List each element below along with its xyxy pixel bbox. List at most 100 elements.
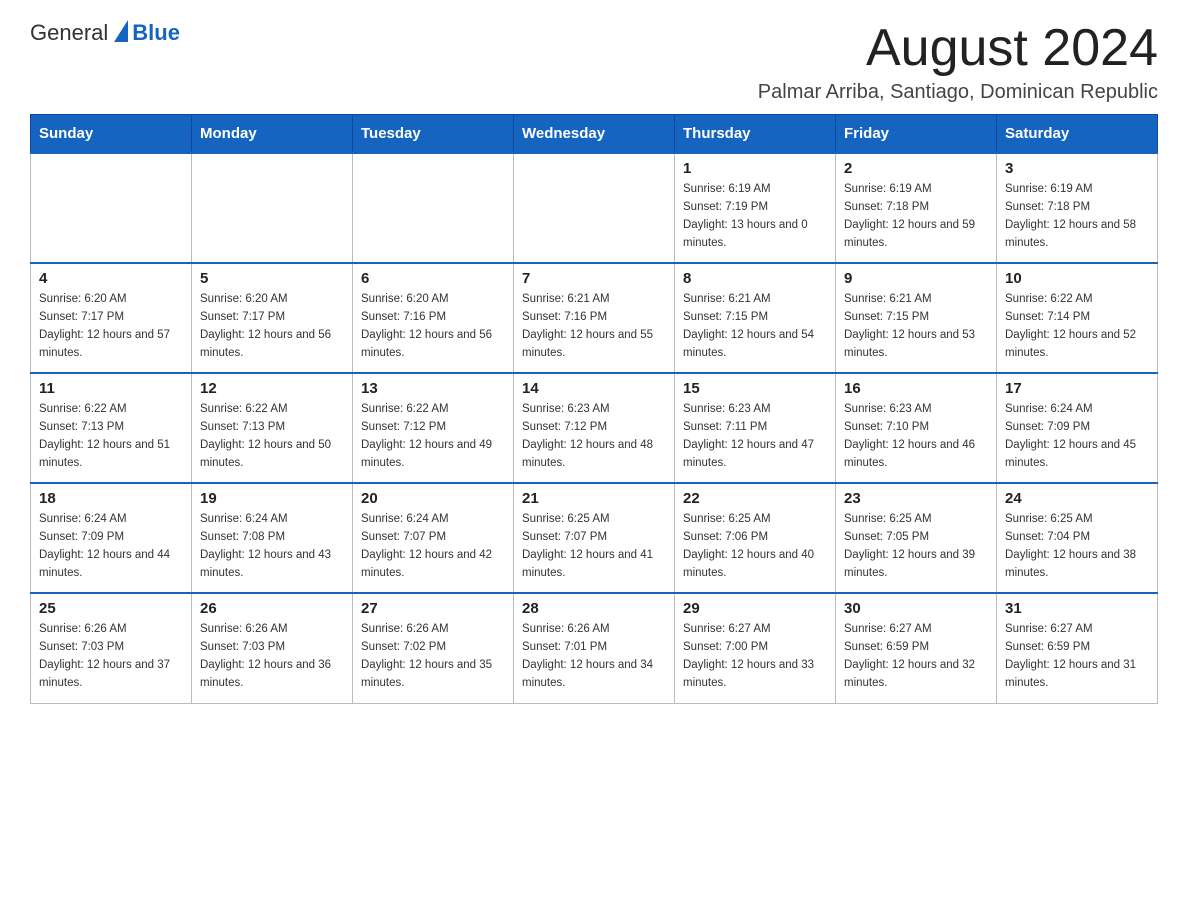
day-number: 13	[361, 380, 505, 397]
day-number: 17	[1005, 380, 1149, 397]
day-number: 20	[361, 490, 505, 507]
day-info: Sunrise: 6:20 AMSunset: 7:17 PMDaylight:…	[39, 291, 183, 362]
day-info: Sunrise: 6:19 AMSunset: 7:18 PMDaylight:…	[1005, 181, 1149, 252]
calendar-cell-w1-d4: 1 Sunrise: 6:19 AMSunset: 7:19 PMDaylight…	[675, 153, 836, 263]
week-row-1: 1 Sunrise: 6:19 AMSunset: 7:19 PMDaylight…	[31, 153, 1158, 263]
location-subtitle: Palmar Arriba, Santiago, Dominican Repub…	[758, 81, 1158, 104]
day-number: 6	[361, 270, 505, 287]
day-info: Sunrise: 6:23 AMSunset: 7:10 PMDaylight:…	[844, 401, 988, 472]
week-row-5: 25 Sunrise: 6:26 AMSunset: 7:03 PMDayligh…	[31, 593, 1158, 703]
day-info: Sunrise: 6:23 AMSunset: 7:12 PMDaylight:…	[522, 401, 666, 472]
calendar-cell-w4-d2: 20 Sunrise: 6:24 AMSunset: 7:07 PMDayligh…	[353, 483, 514, 593]
col-saturday: Saturday	[997, 115, 1158, 154]
week-row-4: 18 Sunrise: 6:24 AMSunset: 7:09 PMDayligh…	[31, 483, 1158, 593]
logo: General Blue	[30, 20, 180, 46]
day-number: 8	[683, 270, 827, 287]
day-info: Sunrise: 6:22 AMSunset: 7:13 PMDaylight:…	[39, 401, 183, 472]
day-info: Sunrise: 6:25 AMSunset: 7:07 PMDaylight:…	[522, 511, 666, 582]
calendar-cell-w1-d3	[514, 153, 675, 263]
calendar-cell-w1-d1	[192, 153, 353, 263]
day-number: 24	[1005, 490, 1149, 507]
calendar-cell-w2-d2: 6 Sunrise: 6:20 AMSunset: 7:16 PMDaylight…	[353, 263, 514, 373]
calendar-cell-w3-d4: 15Sunrise: 6:23 AMSunset: 7:11 PMDayligh…	[675, 373, 836, 483]
logo-general: General	[30, 20, 108, 46]
col-friday: Friday	[836, 115, 997, 154]
col-wednesday: Wednesday	[514, 115, 675, 154]
logo-triangle-icon	[114, 20, 128, 42]
day-number: 16	[844, 380, 988, 397]
day-info: Sunrise: 6:26 AMSunset: 7:02 PMDaylight:…	[361, 621, 505, 692]
calendar-cell-w4-d5: 23Sunrise: 6:25 AMSunset: 7:05 PMDayligh…	[836, 483, 997, 593]
calendar-cell-w1-d5: 2 Sunrise: 6:19 AMSunset: 7:18 PMDaylight…	[836, 153, 997, 263]
day-info: Sunrise: 6:24 AMSunset: 7:09 PMDaylight:…	[1005, 401, 1149, 472]
calendar-cell-w5-d3: 28Sunrise: 6:26 AMSunset: 7:01 PMDayligh…	[514, 593, 675, 703]
day-number: 5	[200, 270, 344, 287]
day-number: 3	[1005, 160, 1149, 177]
calendar-cell-w1-d0	[31, 153, 192, 263]
col-tuesday: Tuesday	[353, 115, 514, 154]
week-row-3: 11 Sunrise: 6:22 AMSunset: 7:13 PMDayligh…	[31, 373, 1158, 483]
day-info: Sunrise: 6:19 AMSunset: 7:19 PMDaylight:…	[683, 181, 827, 252]
calendar-cell-w2-d5: 9Sunrise: 6:21 AMSunset: 7:15 PMDaylight…	[836, 263, 997, 373]
calendar-cell-w2-d4: 8 Sunrise: 6:21 AMSunset: 7:15 PMDaylight…	[675, 263, 836, 373]
day-info: Sunrise: 6:24 AMSunset: 7:09 PMDaylight:…	[39, 511, 183, 582]
day-info: Sunrise: 6:25 AMSunset: 7:05 PMDaylight:…	[844, 511, 988, 582]
day-info: Sunrise: 6:25 AMSunset: 7:06 PMDaylight:…	[683, 511, 827, 582]
calendar-cell-w5-d4: 29Sunrise: 6:27 AMSunset: 7:00 PMDayligh…	[675, 593, 836, 703]
day-number: 18	[39, 490, 183, 507]
day-info: Sunrise: 6:27 AMSunset: 6:59 PMDaylight:…	[1005, 621, 1149, 692]
day-info: Sunrise: 6:24 AMSunset: 7:07 PMDaylight:…	[361, 511, 505, 582]
calendar-cell-w5-d0: 25 Sunrise: 6:26 AMSunset: 7:03 PMDayligh…	[31, 593, 192, 703]
calendar-cell-w5-d1: 26 Sunrise: 6:26 AMSunset: 7:03 PMDayligh…	[192, 593, 353, 703]
calendar-cell-w3-d5: 16 Sunrise: 6:23 AMSunset: 7:10 PMDayligh…	[836, 373, 997, 483]
logo-blue: Blue	[132, 20, 180, 46]
day-number: 14	[522, 380, 666, 397]
calendar-cell-w1-d2	[353, 153, 514, 263]
day-info: Sunrise: 6:25 AMSunset: 7:04 PMDaylight:…	[1005, 511, 1149, 582]
calendar-cell-w2-d6: 10 Sunrise: 6:22 AMSunset: 7:14 PMDayligh…	[997, 263, 1158, 373]
calendar-table: Sunday Monday Tuesday Wednesday Thursday…	[30, 114, 1158, 704]
day-number: 11	[39, 380, 183, 397]
day-info: Sunrise: 6:21 AMSunset: 7:16 PMDaylight:…	[522, 291, 666, 362]
day-info: Sunrise: 6:26 AMSunset: 7:03 PMDaylight:…	[39, 621, 183, 692]
day-number: 2	[844, 160, 988, 177]
day-info: Sunrise: 6:27 AMSunset: 6:59 PMDaylight:…	[844, 621, 988, 692]
day-number: 31	[1005, 600, 1149, 617]
day-number: 1	[683, 160, 827, 177]
day-number: 27	[361, 600, 505, 617]
day-number: 25	[39, 600, 183, 617]
day-number: 22	[683, 490, 827, 507]
header: General Blue August 2024 Palmar Arriba, …	[30, 20, 1158, 104]
calendar-cell-w4-d6: 24 Sunrise: 6:25 AMSunset: 7:04 PMDayligh…	[997, 483, 1158, 593]
calendar-cell-w3-d6: 17 Sunrise: 6:24 AMSunset: 7:09 PMDayligh…	[997, 373, 1158, 483]
day-number: 9	[844, 270, 988, 287]
title-area: August 2024 Palmar Arriba, Santiago, Dom…	[758, 20, 1158, 104]
calendar-cell-w2-d1: 5Sunrise: 6:20 AMSunset: 7:17 PMDaylight…	[192, 263, 353, 373]
calendar-cell-w5-d2: 27 Sunrise: 6:26 AMSunset: 7:02 PMDayligh…	[353, 593, 514, 703]
day-number: 26	[200, 600, 344, 617]
calendar-cell-w2-d0: 4Sunrise: 6:20 AMSunset: 7:17 PMDaylight…	[31, 263, 192, 373]
calendar-cell-w3-d0: 11 Sunrise: 6:22 AMSunset: 7:13 PMDayligh…	[31, 373, 192, 483]
day-info: Sunrise: 6:22 AMSunset: 7:14 PMDaylight:…	[1005, 291, 1149, 362]
col-thursday: Thursday	[675, 115, 836, 154]
calendar-cell-w4-d1: 19 Sunrise: 6:24 AMSunset: 7:08 PMDayligh…	[192, 483, 353, 593]
day-number: 19	[200, 490, 344, 507]
calendar-cell-w4-d4: 22 Sunrise: 6:25 AMSunset: 7:06 PMDayligh…	[675, 483, 836, 593]
calendar-cell-w4-d0: 18 Sunrise: 6:24 AMSunset: 7:09 PMDayligh…	[31, 483, 192, 593]
calendar-cell-w5-d6: 31 Sunrise: 6:27 AMSunset: 6:59 PMDayligh…	[997, 593, 1158, 703]
calendar-header-row: Sunday Monday Tuesday Wednesday Thursday…	[31, 115, 1158, 154]
day-info: Sunrise: 6:19 AMSunset: 7:18 PMDaylight:…	[844, 181, 988, 252]
day-number: 30	[844, 600, 988, 617]
day-info: Sunrise: 6:21 AMSunset: 7:15 PMDaylight:…	[683, 291, 827, 362]
calendar-cell-w5-d5: 30 Sunrise: 6:27 AMSunset: 6:59 PMDayligh…	[836, 593, 997, 703]
day-info: Sunrise: 6:24 AMSunset: 7:08 PMDaylight:…	[200, 511, 344, 582]
calendar-cell-w4-d3: 21Sunrise: 6:25 AMSunset: 7:07 PMDayligh…	[514, 483, 675, 593]
day-info: Sunrise: 6:26 AMSunset: 7:03 PMDaylight:…	[200, 621, 344, 692]
calendar-cell-w3-d1: 12Sunrise: 6:22 AMSunset: 7:13 PMDayligh…	[192, 373, 353, 483]
day-number: 10	[1005, 270, 1149, 287]
day-info: Sunrise: 6:20 AMSunset: 7:16 PMDaylight:…	[361, 291, 505, 362]
week-row-2: 4Sunrise: 6:20 AMSunset: 7:17 PMDaylight…	[31, 263, 1158, 373]
col-monday: Monday	[192, 115, 353, 154]
day-number: 15	[683, 380, 827, 397]
calendar-cell-w3-d2: 13Sunrise: 6:22 AMSunset: 7:12 PMDayligh…	[353, 373, 514, 483]
